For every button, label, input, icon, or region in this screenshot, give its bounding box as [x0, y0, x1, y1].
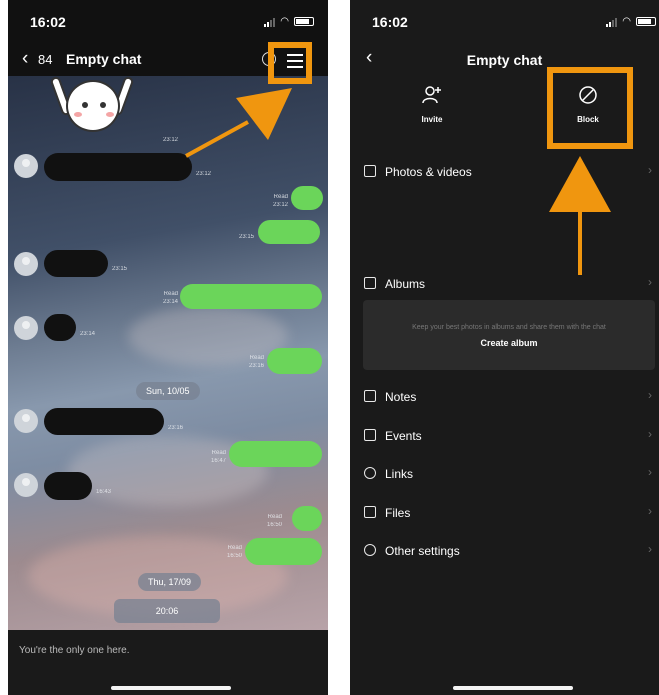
- message-time: 23:16: [168, 425, 184, 431]
- chat-title: Empty chat: [66, 51, 142, 67]
- chat-screen: 16:02 ◠ ‹ 84 Empty chat 23:12 23:12 Read…: [8, 0, 328, 695]
- message-time: 23:14: [162, 299, 178, 305]
- create-album-card[interactable]: Keep your best photos in albums and shar…: [363, 300, 655, 370]
- menu-label: Other settings: [385, 544, 460, 558]
- wifi-icon: ◠: [622, 16, 631, 27]
- home-indicator[interactable]: [453, 686, 573, 690]
- back-chevron-icon[interactable]: ‹: [22, 48, 28, 70]
- message-time: 23:12: [272, 202, 288, 208]
- outgoing-message[interactable]: [229, 441, 322, 467]
- date-separator: Thu, 17/09: [138, 573, 202, 591]
- add-person-icon: [422, 86, 441, 104]
- message-time: 23:15: [112, 266, 128, 272]
- menu-events[interactable]: Events ›: [350, 427, 659, 447]
- incoming-message[interactable]: [44, 314, 76, 341]
- avatar[interactable]: [14, 316, 38, 340]
- incoming-message[interactable]: [44, 408, 164, 435]
- message-time: 16:50: [266, 522, 282, 528]
- menu-albums[interactable]: Albums ›: [350, 275, 659, 295]
- status-icons: ◠: [264, 16, 314, 27]
- message-time: 16:47: [210, 458, 226, 464]
- link-icon: [364, 467, 376, 479]
- menu-files[interactable]: Files ›: [350, 504, 659, 524]
- read-receipt: Read: [267, 514, 282, 520]
- status-icons: ◠: [606, 16, 656, 27]
- date-separator: Sun, 10/05: [136, 382, 200, 400]
- gear-icon: [364, 544, 376, 556]
- outgoing-message[interactable]: [245, 538, 322, 565]
- outgoing-message[interactable]: [180, 284, 322, 309]
- photo-icon: [364, 165, 376, 177]
- status-time: 16:02: [372, 14, 408, 30]
- system-time: 20:06: [114, 599, 220, 623]
- avatar[interactable]: [14, 154, 38, 178]
- message-time: 23:12: [196, 171, 212, 177]
- incoming-message[interactable]: [44, 153, 192, 181]
- chevron-right-icon: ›: [648, 427, 652, 441]
- menu-label: Notes: [385, 390, 417, 404]
- chevron-right-icon: ›: [648, 542, 652, 556]
- read-receipt: Read: [249, 355, 264, 361]
- chevron-right-icon: ›: [648, 465, 652, 479]
- read-receipt: Read: [163, 291, 178, 297]
- read-receipt: Read: [273, 194, 288, 200]
- album-hint: Keep your best photos in albums and shar…: [412, 324, 606, 331]
- battery-icon: [636, 17, 656, 26]
- empty-chat-notice: You're the only one here.: [19, 645, 130, 656]
- chevron-right-icon: ›: [648, 275, 652, 289]
- incoming-message[interactable]: [44, 472, 92, 500]
- menu-other-settings[interactable]: Other settings ›: [350, 542, 659, 562]
- message-time: 23:16: [248, 363, 264, 369]
- chat-background: 23:12 23:12 Read 23:12 23:15 23:15 Read …: [8, 76, 328, 630]
- incoming-message[interactable]: [44, 250, 108, 277]
- menu-photos-videos[interactable]: Photos & videos ›: [350, 163, 659, 183]
- avatar[interactable]: [14, 252, 38, 276]
- avatar[interactable]: [14, 409, 38, 433]
- outgoing-message[interactable]: [291, 186, 323, 210]
- sticker-time: 23:12: [163, 137, 179, 143]
- menu-title: Empty chat: [466, 52, 543, 68]
- menu-highlight-box: [268, 42, 312, 84]
- block-highlight-box: [547, 67, 633, 149]
- read-receipt: Read: [227, 545, 242, 551]
- menu-label: Events: [385, 429, 422, 443]
- back-count[interactable]: 84: [38, 52, 52, 67]
- outgoing-message[interactable]: [267, 348, 322, 374]
- album-icon: [364, 277, 376, 289]
- read-receipt: Read: [211, 450, 226, 456]
- notes-icon: [364, 390, 376, 402]
- calendar-icon: [364, 429, 376, 441]
- status-time: 16:02: [30, 14, 66, 30]
- message-time: 23:15: [238, 234, 254, 240]
- home-indicator[interactable]: [111, 686, 231, 690]
- avatar[interactable]: [14, 473, 38, 497]
- chevron-right-icon: ›: [648, 163, 652, 177]
- wifi-icon: ◠: [280, 16, 289, 27]
- menu-links[interactable]: Links ›: [350, 465, 659, 485]
- menu-notes[interactable]: Notes ›: [350, 388, 659, 408]
- menu-label: Albums: [385, 277, 426, 291]
- menu-label: Photos & videos: [385, 165, 472, 179]
- invite-button[interactable]: Invite: [402, 84, 462, 124]
- outgoing-message[interactable]: [258, 220, 320, 244]
- message-time: 23:14: [80, 331, 96, 337]
- folder-icon: [364, 506, 376, 518]
- invite-label: Invite: [421, 115, 443, 124]
- create-album-button[interactable]: Create album: [363, 338, 655, 348]
- status-bar: 16:02 ◠: [8, 0, 328, 44]
- battery-icon: [294, 17, 314, 26]
- signal-icon: [264, 17, 276, 27]
- message-time: 16:50: [226, 553, 242, 559]
- outgoing-message[interactable]: [292, 506, 322, 531]
- menu-label: Links: [385, 467, 414, 481]
- message-time: 16:43: [96, 489, 112, 495]
- chevron-right-icon: ›: [648, 388, 652, 402]
- menu-label: Files: [385, 506, 411, 520]
- chevron-right-icon: ›: [648, 504, 652, 518]
- signal-icon: [606, 17, 618, 27]
- sticker-image[interactable]: [49, 76, 135, 142]
